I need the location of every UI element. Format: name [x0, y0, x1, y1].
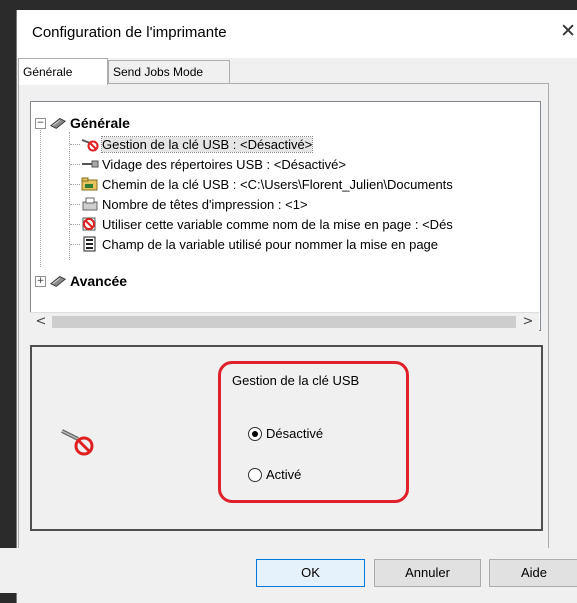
tree-group-label: Avancée — [70, 273, 128, 289]
scroll-right-button[interactable]: > — [519, 313, 537, 331]
tree-item-variable-as-name[interactable]: Utiliser cette variable comme nom de la … — [81, 214, 453, 234]
horizontal-scrollbar[interactable]: < > — [30, 312, 539, 331]
radio-label: Désactivé — [266, 426, 324, 441]
scroll-left-button[interactable]: < — [32, 313, 50, 331]
tree-item-label: Nombre de têtes d'impression : <1> — [102, 196, 308, 212]
tree-group-generale[interactable]: Générale — [49, 113, 130, 133]
title-bar: Configuration de l'imprimante ✕ — [17, 10, 577, 58]
folder-icon — [81, 176, 99, 192]
tab-send-jobs-mode[interactable]: Send Jobs Mode — [108, 60, 230, 83]
tree-item-variable-field[interactable]: Champ de la variable utilisé pour nommer… — [81, 234, 438, 254]
tab-generale[interactable]: Générale — [18, 58, 108, 85]
usb-icon — [81, 156, 99, 172]
option-group-title: Gestion de la clé USB — [232, 373, 360, 388]
ok-button[interactable]: OK — [256, 559, 365, 587]
expander-avancee[interactable]: + — [35, 276, 46, 287]
tree-group-avancee[interactable]: Avancée — [49, 271, 127, 291]
expander-generale[interactable]: − — [35, 118, 46, 129]
tree-item-label: Utiliser cette variable comme nom de la … — [102, 216, 453, 232]
radio-active[interactable]: Activé — [248, 467, 301, 482]
tree-item-label: Champ de la variable utilisé pour nommer… — [102, 236, 439, 252]
field-icon — [81, 236, 99, 252]
close-icon[interactable]: ✕ — [560, 20, 576, 43]
tree-group-label: Générale — [70, 115, 130, 131]
help-button[interactable]: Aide — [489, 559, 577, 587]
window-title: Configuration de l'imprimante — [32, 24, 227, 41]
tree-item-label: Gestion de la clé USB : <Désactivé> — [100, 135, 314, 153]
printhead-icon — [81, 196, 99, 212]
cancel-button[interactable]: Annuler — [374, 559, 481, 587]
printer-icon — [49, 273, 67, 289]
radio-desactive[interactable]: Désactivé — [248, 426, 323, 441]
usb-disabled-large-icon — [60, 423, 96, 459]
radio-label: Activé — [266, 467, 302, 482]
radio-button[interactable] — [248, 426, 262, 441]
tree-item-label: Chemin de la clé USB : <C:\Users\Florent… — [102, 176, 453, 192]
scroll-thumb[interactable] — [52, 316, 516, 328]
tree-item-label: Vidage des répertoires USB : <Désactivé> — [102, 156, 347, 172]
tree-item-usb-management[interactable]: Gestion de la clé USB : <Désactivé> — [81, 134, 314, 154]
settings-tree[interactable]: − Générale Gestion de la clé USB : <Désa… — [30, 101, 541, 331]
tree-item-usb-flush[interactable]: Vidage des répertoires USB : <Désactivé> — [81, 154, 346, 174]
printer-icon — [49, 115, 67, 131]
usb-disabled-icon — [81, 136, 99, 152]
tree-item-usb-path[interactable]: Chemin de la clé USB : <C:\Users\Florent… — [81, 174, 453, 194]
radio-button[interactable] — [248, 467, 262, 482]
variable-disabled-icon — [81, 216, 99, 232]
tree-item-printheads[interactable]: Nombre de têtes d'impression : <1> — [81, 194, 308, 214]
